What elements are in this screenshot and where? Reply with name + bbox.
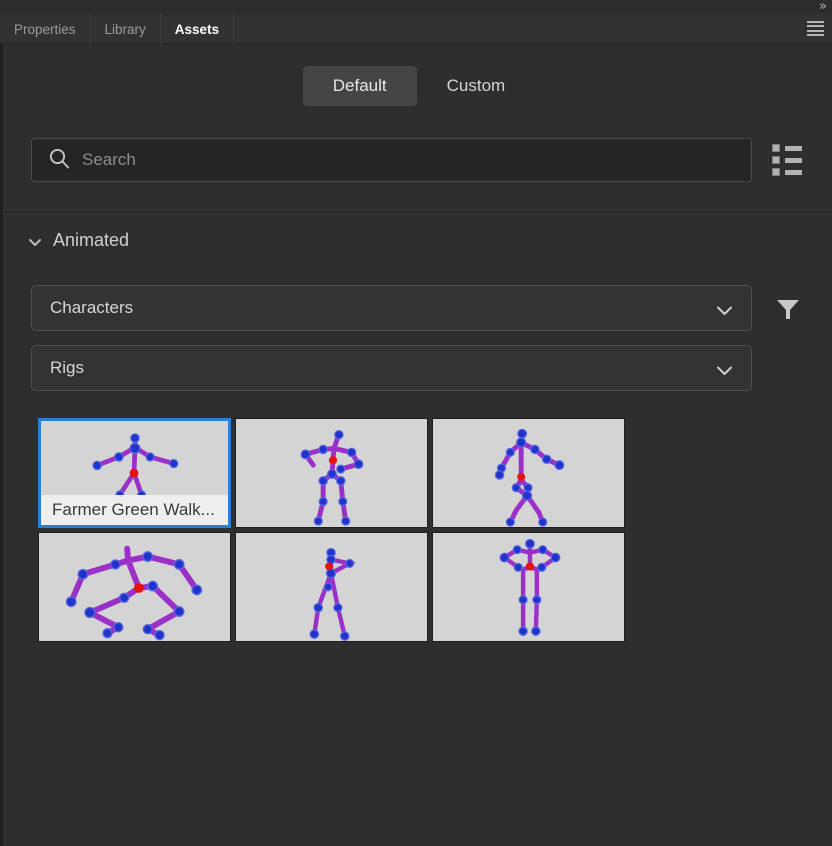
chevron-down-icon: [716, 303, 733, 315]
section-divider-highlight: [3, 213, 832, 214]
hamburger-line: [807, 21, 824, 23]
category-dropdown[interactable]: Characters: [31, 285, 752, 331]
chevron-down-icon[interactable]: [27, 234, 41, 248]
list-view-row: [772, 144, 806, 152]
asset-tile[interactable]: [432, 418, 625, 528]
rig-thumbnail-side-walk: [494, 428, 565, 527]
tab-properties[interactable]: Properties: [0, 14, 91, 44]
chevron-down-icon: [716, 363, 733, 375]
tab-properties-label: Properties: [14, 21, 76, 37]
asset-tile[interactable]: [235, 532, 428, 642]
type-dropdown[interactable]: Rigs: [31, 345, 752, 391]
tab-library[interactable]: Library: [91, 14, 161, 44]
tab-library-label: Library: [104, 21, 146, 37]
assets-panel-body: Default Custom Search Animated Character…: [0, 44, 832, 846]
search-box[interactable]: [31, 138, 752, 182]
asset-tile[interactable]: Farmer Green Walk...: [38, 418, 231, 528]
rig-thumbnail-hands-on-hips: [300, 429, 364, 526]
tab-assets-label: Assets: [174, 21, 220, 37]
window-top-strip: »: [0, 0, 832, 14]
rig-thumbnail-front-stand-tpose: [499, 538, 561, 636]
expand-panels-icon[interactable]: »: [819, 0, 827, 14]
segment-custom[interactable]: Custom: [417, 66, 536, 106]
rig-thumbnail-quadruped-crawl: [65, 545, 203, 641]
type-dropdown-value: Rigs: [50, 358, 85, 377]
hamburger-line: [807, 25, 824, 28]
panel-menu-icon[interactable]: [807, 21, 824, 36]
rig-thumbnail-side-stand: [309, 547, 357, 641]
search-input[interactable]: [82, 140, 722, 180]
asset-tile[interactable]: [432, 532, 625, 642]
library-source-segmented-control: Default Custom: [3, 66, 832, 106]
filter-funnel-icon[interactable]: [773, 296, 803, 322]
section-header-animated[interactable]: Animated: [27, 230, 129, 251]
list-view-row: [772, 168, 806, 176]
list-view-icon[interactable]: [772, 144, 806, 176]
list-view-row: [772, 156, 806, 164]
segment-default[interactable]: Default: [302, 66, 417, 106]
category-dropdown-value: Characters: [50, 298, 134, 317]
search-icon: [48, 147, 70, 174]
asset-tile[interactable]: [235, 418, 428, 528]
hamburger-line: [807, 33, 824, 36]
assets-panel-window: » Properties Library Assets Default Cust…: [0, 0, 832, 846]
section-title: Animated: [53, 230, 130, 250]
segment-default-label: Default: [332, 76, 387, 95]
search-row: [3, 138, 832, 190]
asset-tile[interactable]: [38, 532, 231, 642]
tab-assets[interactable]: Assets: [161, 14, 235, 44]
asset-tile-label: Farmer Green Walk...: [41, 495, 228, 525]
asset-grid: Farmer Green Walk...: [38, 418, 638, 642]
hamburger-line: [807, 29, 824, 32]
segment-custom-label: Custom: [446, 76, 506, 95]
tab-list: Properties Library Assets: [0, 14, 832, 44]
panel-tab-bar: Properties Library Assets: [0, 14, 832, 44]
